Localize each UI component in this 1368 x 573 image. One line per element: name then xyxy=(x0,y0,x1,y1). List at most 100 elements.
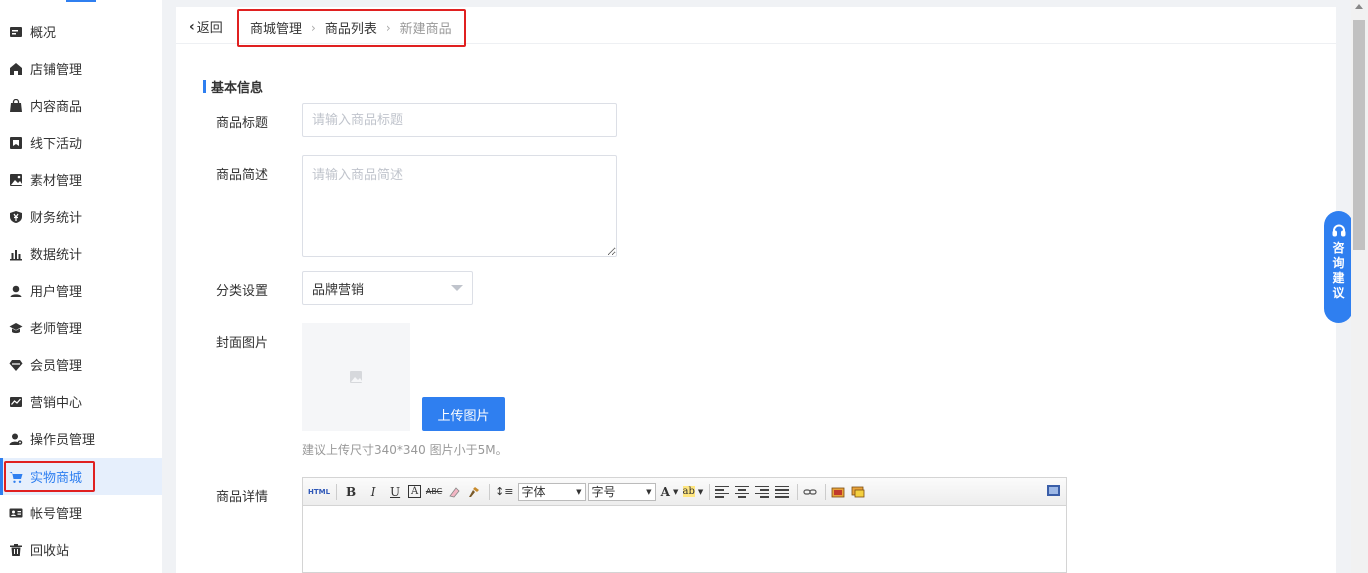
sidebar-item-label: 线下活动 xyxy=(30,137,83,152)
cart-icon xyxy=(9,470,23,484)
sidebar-item-marketing[interactable]: 营销中心 xyxy=(0,383,162,420)
align-center-icon[interactable] xyxy=(735,485,750,498)
sidebar-item-label: 营销中心 xyxy=(30,396,83,411)
yuan-shield-icon xyxy=(9,210,23,224)
sidebar-item-label: 店铺管理 xyxy=(30,63,83,78)
back-button[interactable]: ‹ 返回 xyxy=(189,17,223,37)
breadcrumb-new-product: 新建商品 xyxy=(399,22,452,37)
sidebar-item-label: 用户管理 xyxy=(30,285,83,300)
diamond-icon xyxy=(9,358,23,372)
headset-icon xyxy=(1332,224,1345,237)
breadcrumb-separator-icon: › xyxy=(311,20,316,35)
sidebar-item-label: 帐号管理 xyxy=(30,507,83,522)
bold-button[interactable]: B xyxy=(342,483,360,501)
desc-textarea[interactable] xyxy=(302,155,617,257)
bag-icon xyxy=(9,98,23,113)
back-label: 返回 xyxy=(196,21,223,36)
detail-label: 商品详情 xyxy=(216,490,269,505)
sidebar-item-physical-mall[interactable]: 实物商城 xyxy=(0,458,162,495)
sidebar-item-teachers[interactable]: 老师管理 xyxy=(0,309,162,346)
title-input[interactable] xyxy=(302,103,617,137)
active-indicator xyxy=(0,458,3,495)
scrollbar-thumb[interactable] xyxy=(1353,20,1365,250)
html-source-button[interactable]: HTML xyxy=(308,483,330,501)
category-select[interactable]: 品牌营销 xyxy=(302,271,473,305)
insert-image-icon[interactable] xyxy=(831,486,845,498)
insert-multi-image-icon[interactable] xyxy=(851,486,865,498)
sidebar-item-recycle-bin[interactable]: 回收站 xyxy=(0,531,162,568)
breadcrumb: 商城管理 › 商品列表 › 新建商品 xyxy=(250,18,452,38)
section-mark xyxy=(203,80,206,93)
consult-suggestion-button[interactable]: 咨询建议 xyxy=(1324,211,1353,323)
toolbar-separator xyxy=(336,483,338,500)
italic-button[interactable]: I xyxy=(364,483,382,501)
sidebar-item-label: 老师管理 xyxy=(30,322,83,337)
align-justify-icon[interactable] xyxy=(775,485,790,498)
sidebar-item-label: 回收站 xyxy=(30,544,70,559)
sidebar-item-label: 实物商城 xyxy=(30,471,83,486)
font-color-glyph: A xyxy=(660,484,670,499)
sidebar-item-members[interactable]: 会员管理 xyxy=(0,346,162,383)
sidebar-item-overview[interactable]: 概况 xyxy=(0,13,162,50)
graduation-cap-icon xyxy=(9,321,23,335)
sidebar-item-data-stats[interactable]: 数据统计 xyxy=(0,235,162,272)
dropdown-arrow-icon: ▼ xyxy=(646,487,652,496)
line-height-icon[interactable]: ↕≡ xyxy=(495,483,513,501)
sidebar-item-label: 内容商品 xyxy=(30,100,83,115)
rich-text-editor: HTML B I U A ABC ↕≡ 字体 ▼ 字号 ▼ A ▼ ab ▼ xyxy=(302,477,1067,573)
editor-toolbar: HTML B I U A ABC ↕≡ 字体 ▼ 字号 ▼ A ▼ ab ▼ xyxy=(303,478,1066,506)
category-label: 分类设置 xyxy=(216,284,269,299)
sidebar-item-materials[interactable]: 素材管理 xyxy=(0,161,162,198)
desc-label: 商品简述 xyxy=(216,168,269,183)
sidebar-item-label: 会员管理 xyxy=(30,359,83,374)
sidebar-item-store[interactable]: 店铺管理 xyxy=(0,50,162,87)
toolbar-separator xyxy=(825,483,827,500)
breadcrumb-separator-icon: › xyxy=(385,20,391,35)
font-family-select[interactable]: 字体 ▼ xyxy=(517,482,586,501)
trend-chart-icon xyxy=(9,395,23,409)
align-right-icon[interactable] xyxy=(755,485,770,498)
sidebar-item-accounts[interactable]: 帐号管理 xyxy=(0,494,162,531)
underline-button[interactable]: U xyxy=(386,483,404,501)
highlight-color-button[interactable]: ab ▼ xyxy=(682,483,704,501)
category-select-value: 品牌营销 xyxy=(312,282,365,298)
consult-label: 咨询建议 xyxy=(1332,241,1345,300)
upload-image-button[interactable]: 上传图片 xyxy=(422,397,505,431)
scroll-up-icon[interactable] xyxy=(1355,4,1363,9)
sidebar-item-offline-events[interactable]: 线下活动 xyxy=(0,124,162,161)
align-left-icon[interactable] xyxy=(715,485,730,498)
sidebar-item-users[interactable]: 用户管理 xyxy=(0,272,162,309)
sidebar: 概况 店铺管理 内容商品 线下活动 素材管理 财务统计 数据统计 用户管理 老师… xyxy=(0,0,162,573)
fullscreen-icon[interactable] xyxy=(1047,485,1060,496)
sidebar-top-accent xyxy=(66,0,96,2)
toolbar-separator xyxy=(489,483,491,500)
font-family-value: 字体 xyxy=(521,485,546,499)
font-color-button[interactable]: A ▼ xyxy=(661,483,679,501)
trash-icon xyxy=(9,543,23,557)
dropdown-arrow-icon: ▼ xyxy=(697,487,704,496)
sidebar-item-operators[interactable]: 操作员管理 xyxy=(0,420,162,457)
breadcrumb-mall-management[interactable]: 商城管理 xyxy=(250,18,302,37)
user-icon xyxy=(9,284,23,298)
toolbar-separator xyxy=(797,483,799,500)
format-painter-icon[interactable] xyxy=(467,486,481,498)
chevron-left-icon: ‹ xyxy=(189,18,195,35)
breadcrumb-product-list[interactable]: 商品列表 xyxy=(325,18,377,37)
sidebar-item-label: 概况 xyxy=(30,26,57,41)
sidebar-item-finance[interactable]: 财务统计 xyxy=(0,198,162,235)
main-panel: ‹ 返回 商城管理 › 商品列表 › 新建商品 基本信息 商品标题 商品简述 分… xyxy=(176,7,1336,573)
strikethrough-button[interactable]: ABC xyxy=(425,483,443,501)
cover-label: 封面图片 xyxy=(216,336,269,351)
eraser-icon[interactable] xyxy=(447,486,461,498)
section-title-text: 基本信息 xyxy=(211,81,264,96)
sidebar-item-content[interactable]: 内容商品 xyxy=(0,87,162,124)
font-border-button[interactable]: A xyxy=(408,485,422,498)
page-scrollbar[interactable] xyxy=(1351,0,1368,573)
section-title: 基本信息 xyxy=(203,77,263,96)
link-icon[interactable] xyxy=(803,486,817,498)
id-card-icon xyxy=(9,506,23,520)
image-icon xyxy=(9,173,23,187)
font-size-select[interactable]: 字号 ▼ xyxy=(587,482,656,501)
overview-icon xyxy=(9,25,23,39)
sidebar-item-label: 素材管理 xyxy=(30,174,83,189)
